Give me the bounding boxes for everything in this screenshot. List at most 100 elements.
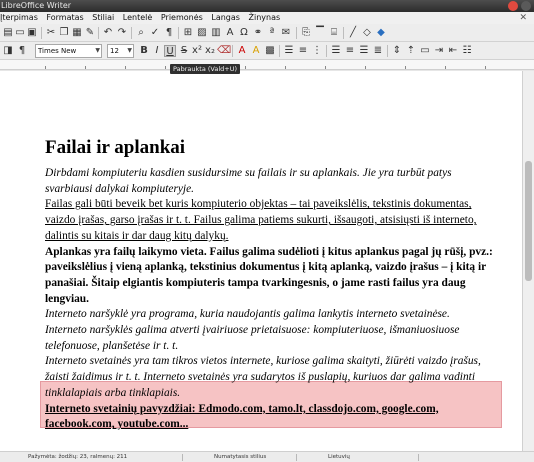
paragraph-line: vaizdo įrašas, garso įrašas ir t. t. Fai…: [45, 214, 477, 227]
align-center-icon[interactable]: ≡: [344, 45, 356, 57]
chevron-down-icon: ▼: [127, 47, 132, 54]
formatting-marks-icon[interactable]: ¶: [163, 27, 175, 39]
separator: [279, 45, 280, 57]
separator: [418, 454, 419, 461]
cut-icon[interactable]: ✂: [45, 27, 57, 39]
paragraph-icon[interactable]: ▭: [419, 45, 431, 57]
line-spacing-icon[interactable]: ⇕: [391, 45, 403, 57]
footnote-icon[interactable]: ª: [266, 27, 278, 39]
language[interactable]: Lietuvių: [328, 452, 350, 462]
font-name-combo[interactable]: Times New Roman ▼: [35, 44, 102, 67]
clone-formatting-icon[interactable]: ✎: [84, 27, 96, 39]
document-body[interactable]: Failai ir aplankai Dirbdami kompiuteriu …: [45, 137, 505, 433]
maximize-window-button[interactable]: [521, 1, 531, 11]
bullets-icon[interactable]: ☰: [283, 45, 295, 57]
paragraph-line: facebook.com, youtube.com...: [45, 418, 189, 431]
menu-window[interactable]: Langas: [208, 12, 243, 24]
menu-tools[interactable]: Priemonės: [158, 12, 206, 24]
ruler[interactable]: [0, 60, 534, 70]
align-right-icon[interactable]: ☰: [358, 45, 370, 57]
sidebar-toggle-icon[interactable]: ◨: [2, 45, 14, 57]
ruler-tick: [285, 66, 286, 69]
comment-icon[interactable]: ✉: [280, 27, 292, 39]
menu-bar: Įterpimas Formatas Stiliai Lentelė Priem…: [0, 12, 534, 24]
open-icon[interactable]: ▭: [14, 27, 26, 39]
menu-table[interactable]: Lentelė: [120, 12, 156, 24]
special-character-icon[interactable]: Ω: [238, 27, 250, 39]
ruler-tick: [365, 66, 366, 69]
insert-image-icon[interactable]: ▨: [196, 27, 208, 39]
paragraph-line: panašiai. Šitaip elgiantis kompiuteris t…: [45, 276, 466, 289]
redo-icon[interactable]: ↷: [116, 27, 128, 39]
new-document-icon[interactable]: ▤: [2, 27, 14, 39]
shading-icon[interactable]: ▩: [264, 45, 276, 57]
separator: [131, 27, 132, 39]
clear-formatting-icon[interactable]: ⌫: [217, 45, 231, 57]
align-left-icon[interactable]: ☰: [330, 45, 342, 57]
ruler-tick: [165, 66, 166, 69]
shapes-icon[interactable]: ◇: [361, 27, 373, 39]
insert-table-icon[interactable]: ⊞: [182, 27, 194, 39]
bold-icon[interactable]: B: [138, 45, 150, 57]
basic-shapes-icon[interactable]: ◆: [375, 27, 387, 39]
window-title: LibreOffice Writer: [1, 1, 72, 10]
menu-styles[interactable]: Stiliai: [89, 12, 117, 24]
separator: [387, 45, 388, 57]
outline-icon[interactable]: ⋮: [311, 45, 323, 57]
insert-chart-icon[interactable]: ▥: [210, 27, 222, 39]
menu-format[interactable]: Formatas: [43, 12, 86, 24]
document-page[interactable]: Failai ir aplankai Dirbdami kompiuteriu …: [0, 71, 522, 451]
font-size-combo[interactable]: 12 ▼: [107, 44, 134, 58]
paragraph-line: svarbiausi dalykai kompiuteryje.: [45, 182, 194, 195]
separator: [343, 27, 344, 39]
header-icon[interactable]: ▔: [314, 27, 326, 39]
highlighting-icon[interactable]: A: [250, 45, 262, 57]
ruler-tick: [445, 66, 446, 69]
menu-help[interactable]: Žinynas: [246, 12, 284, 24]
paragraph-line: Dirbdami kompiuteriu kasdien susidursime…: [45, 167, 452, 179]
italic-icon[interactable]: I: [151, 45, 163, 57]
separator: [98, 27, 99, 39]
menu-insert[interactable]: Įterpimas: [0, 12, 41, 24]
paragraph-line: lengviau.: [45, 292, 89, 305]
paragraph-dialog-icon[interactable]: ☷: [461, 45, 473, 57]
font-color-icon[interactable]: A: [236, 45, 248, 57]
hyperlink-icon[interactable]: ⚭: [252, 27, 264, 39]
underline-icon[interactable]: U: [164, 45, 176, 57]
formatting-toolbar: ◨ ¶ Times New Roman ▼ 12 ▼ B I U S x² x₂…: [0, 42, 534, 67]
numbering-icon[interactable]: ≡: [297, 45, 309, 57]
ruler-tick: [125, 66, 126, 69]
document-canvas[interactable]: Failai ir aplankai Dirbdami kompiuteriu …: [0, 71, 534, 451]
vertical-scrollbar[interactable]: [522, 71, 534, 451]
page-style[interactable]: Numatytasis stilius: [214, 452, 266, 462]
superscript-icon[interactable]: x²: [191, 45, 203, 57]
strikethrough-icon[interactable]: S: [178, 45, 190, 57]
paragraph-line: žaisti žaidimus ir t. t. Interneto sveta…: [45, 371, 475, 384]
close-document-icon[interactable]: ✕: [516, 12, 530, 24]
track-changes-icon[interactable]: ⎘: [300, 27, 312, 39]
spelling-icon[interactable]: ✓: [149, 27, 161, 39]
paragraph-line: Failas gali būti beveik bet kuris kompiu…: [45, 198, 472, 211]
ruler-tick: [85, 66, 86, 69]
insert-textbox-icon[interactable]: A: [224, 27, 236, 39]
save-icon[interactable]: ▣: [26, 27, 38, 39]
line-icon[interactable]: ╱: [347, 27, 359, 39]
paste-icon[interactable]: ▦: [71, 27, 83, 39]
selected-line: telefonuose, planšetėse ir t. t.: [45, 339, 179, 352]
scrollbar-thumb[interactable]: [525, 161, 532, 281]
field-icon[interactable]: ⌸: [328, 27, 340, 39]
justify-icon[interactable]: ≣: [372, 45, 384, 57]
outdent-icon[interactable]: ⇤: [447, 45, 459, 57]
word-count: Pažymėta: žodžių: 23, ralmenų: 211: [28, 454, 128, 460]
standard-toolbar: ▤ ▭ ▣ ✂ ❐ ▦ ✎ ↶ ↷ ⌕ ✓ ¶ ⊞ ▨ ▥ A Ω ⚭ ª ✉ …: [0, 24, 534, 42]
copy-icon[interactable]: ❐: [58, 27, 70, 39]
find-replace-icon[interactable]: ⌕: [135, 27, 147, 39]
close-window-button[interactable]: [508, 1, 518, 11]
indent-icon[interactable]: ⇥: [433, 45, 445, 57]
ruler-tick: [485, 66, 486, 69]
undo-icon[interactable]: ↶: [102, 27, 114, 39]
subscript-icon[interactable]: x₂: [204, 45, 216, 57]
styles-icon[interactable]: ¶: [16, 45, 28, 57]
separator: [232, 45, 233, 57]
increase-spacing-icon[interactable]: ⇡: [405, 45, 417, 57]
